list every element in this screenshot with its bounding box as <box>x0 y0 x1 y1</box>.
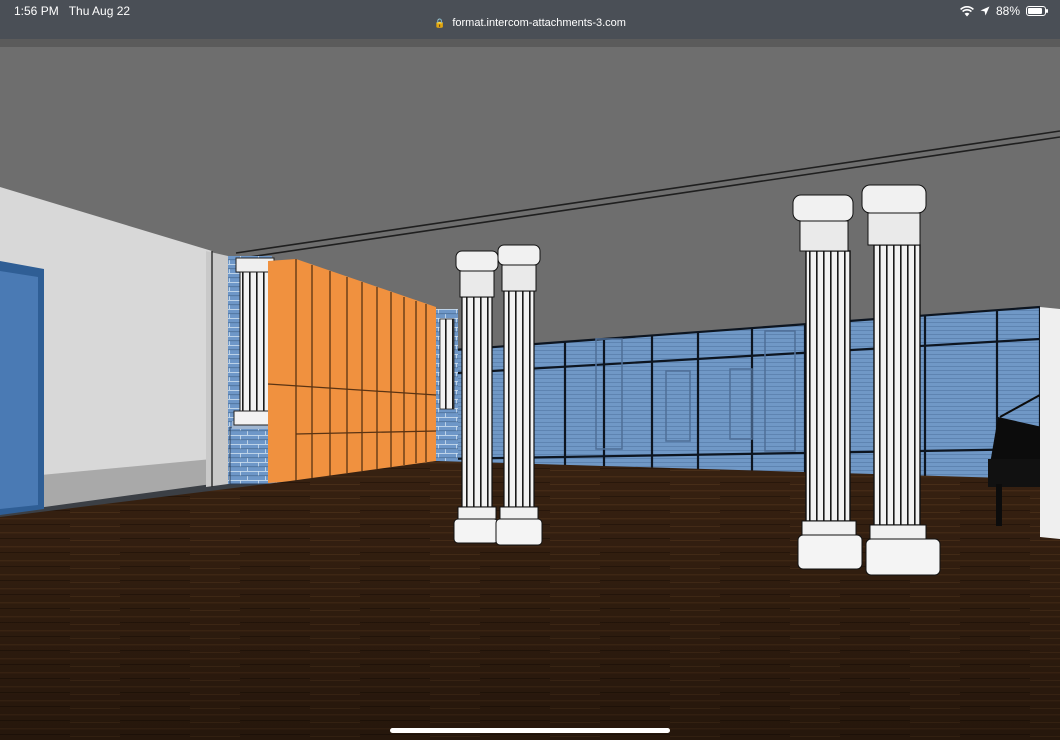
status-right: 88% <box>960 4 1048 18</box>
status-left: 1:56 PM Thu Aug 22 <box>14 4 130 18</box>
lock-icon: 🔒 <box>434 18 446 28</box>
status-time: 1:56 PM <box>14 4 59 18</box>
3d-viewport[interactable] <box>0 39 1060 740</box>
status-bar: 1:56 PM Thu Aug 22 🔒 format.intercom-att… <box>0 0 1060 39</box>
battery-fill <box>1028 8 1042 14</box>
location-arrow-icon <box>980 6 990 16</box>
ipad-screen: 1:56 PM Thu Aug 22 🔒 format.intercom-att… <box>0 0 1060 740</box>
home-indicator[interactable] <box>390 728 670 733</box>
address-bar[interactable]: 🔒 format.intercom-attachments-3.com <box>0 17 1060 29</box>
status-date: Thu Aug 22 <box>68 4 131 18</box>
right-wall-sliver <box>1040 307 1060 539</box>
battery-percent: 88% <box>995 4 1020 18</box>
left-wall-edge <box>206 251 228 487</box>
battery-icon <box>1026 6 1048 16</box>
wifi-icon <box>960 5 974 16</box>
ceiling-upper-band <box>0 39 1060 47</box>
address-url: format.intercom-attachments-3.com <box>452 17 626 29</box>
rendered-scene <box>0 39 1060 740</box>
